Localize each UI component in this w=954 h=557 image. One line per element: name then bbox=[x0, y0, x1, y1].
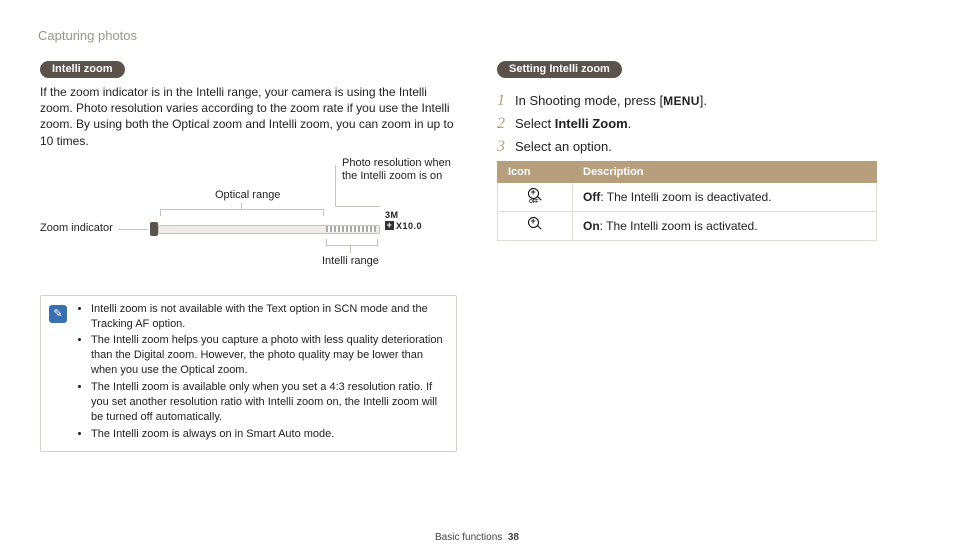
bracket-optical-tick bbox=[241, 203, 242, 209]
label-photo-resolution: Photo resolution when the Intelli zoom i… bbox=[342, 157, 452, 183]
step-1: 1 In Shooting mode, press [MENU]. bbox=[497, 92, 914, 110]
bracket-intelli-tick bbox=[350, 245, 351, 253]
bracket-intelli bbox=[326, 239, 378, 246]
zoom-diagram: Photo resolution when the Intelli zoom i… bbox=[40, 159, 457, 289]
note-item: The Intelli zoom helps you capture a pho… bbox=[91, 333, 446, 378]
section-pill-intelli-zoom: Intelli zoom bbox=[40, 61, 125, 78]
footer-section: Basic functions bbox=[435, 532, 502, 543]
table-row: + On: The Intelli zoom is activated. bbox=[498, 212, 877, 241]
left-column: Intelli zoom If the zoom indicator is in… bbox=[40, 61, 457, 452]
magnifier-on-icon: + bbox=[528, 217, 542, 231]
plus-icon: + bbox=[385, 221, 394, 230]
pointer-line bbox=[335, 199, 336, 206]
page-footer: Basic functions 38 bbox=[0, 532, 954, 543]
note-item: Intelli zoom is not available with the T… bbox=[91, 302, 446, 332]
label-zoom-indicator: Zoom indicator bbox=[40, 222, 113, 234]
footer-page-number: 38 bbox=[508, 532, 519, 543]
step-text: In Shooting mode, press [MENU]. bbox=[515, 93, 707, 108]
running-header: Capturing photos bbox=[38, 28, 914, 43]
step-number: 3 bbox=[497, 138, 515, 156]
note-box: ✎ Intelli zoom is not available with the… bbox=[40, 295, 457, 453]
manual-page: Capturing photos Intelli zoom If the zoo… bbox=[0, 0, 954, 557]
note-list: Intelli zoom is not available with the T… bbox=[77, 302, 446, 444]
desc-cell: Off: The Intelli zoom is deactivated. bbox=[573, 183, 877, 212]
pointer-line-h bbox=[335, 206, 380, 207]
pointer-zoom-indicator bbox=[118, 229, 148, 230]
step-text: Select Intelli Zoom. bbox=[515, 116, 631, 131]
label-intelli-range: Intelli range bbox=[322, 255, 379, 267]
icon-cell-off: +OFF bbox=[498, 183, 573, 212]
intro-paragraph: If the zoom indicator is in the Intelli … bbox=[40, 84, 457, 149]
table-row: +OFF Off: The Intelli zoom is deactivate… bbox=[498, 183, 877, 212]
right-column: Setting Intelli zoom 1 In Shooting mode,… bbox=[497, 61, 914, 452]
note-item: The Intelli zoom is always on in Smart A… bbox=[91, 427, 446, 442]
pointer-line-v bbox=[335, 165, 336, 199]
th-description: Description bbox=[573, 162, 877, 183]
zoom-bar-intelli-segment bbox=[326, 226, 376, 232]
step-text: Select an option. bbox=[515, 139, 612, 154]
step-3: 3 Select an option. bbox=[497, 138, 914, 156]
two-column-layout: Intelli zoom If the zoom indicator is in… bbox=[40, 61, 914, 452]
menu-label: MENU bbox=[663, 94, 700, 108]
res-bottom: +X10.0 bbox=[385, 221, 422, 232]
options-table: Icon Description +OFF Off: The Intelli z… bbox=[497, 161, 877, 241]
resolution-readout: 3M +X10.0 bbox=[385, 210, 422, 232]
desc-cell: On: The Intelli zoom is activated. bbox=[573, 212, 877, 241]
note-icon: ✎ bbox=[49, 305, 67, 323]
label-optical-range: Optical range bbox=[215, 189, 280, 201]
step-number: 2 bbox=[497, 115, 515, 133]
steps-list: 1 In Shooting mode, press [MENU]. 2 Sele… bbox=[497, 92, 914, 156]
th-icon: Icon bbox=[498, 162, 573, 183]
zoom-bar-handle bbox=[150, 222, 158, 236]
magnifier-off-icon: +OFF bbox=[528, 188, 542, 202]
section-pill-setting-intelli-zoom: Setting Intelli zoom bbox=[497, 61, 622, 78]
note-item: The Intelli zoom is available only when … bbox=[91, 380, 446, 425]
bracket-optical bbox=[160, 209, 324, 216]
step-number: 1 bbox=[497, 92, 515, 110]
step-2: 2 Select Intelli Zoom. bbox=[497, 115, 914, 133]
icon-cell-on: + bbox=[498, 212, 573, 241]
